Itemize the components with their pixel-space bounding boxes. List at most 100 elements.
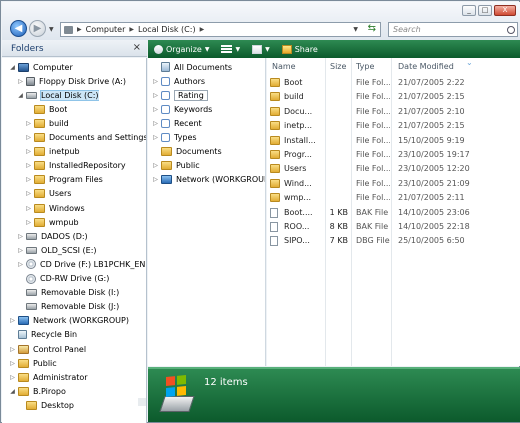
breadcrumb-separator-icon[interactable]: ▶ <box>77 26 82 33</box>
file-row[interactable]: build File Fol... 21/07/2005 2:15 <box>267 90 520 104</box>
tree-item[interactable]: ▷ InstalledRepository <box>25 159 126 173</box>
nav-item[interactable]: ▷ Authors <box>152 74 205 88</box>
nav-item[interactable]: ▷ Recent <box>152 116 202 130</box>
expand-arrow-icon[interactable]: ▷ <box>9 374 16 381</box>
address-bar[interactable]: ▶ Computer ▶ Local Disk (C:) ▶ ▼ ⇆ <box>60 22 381 37</box>
tree-item[interactable]: Removable Disk (I:) <box>17 286 119 300</box>
expanded-arrow-icon[interactable]: ◢ <box>9 64 16 71</box>
tree-item[interactable]: ▷ OLD_SCSI (E:) <box>17 243 96 257</box>
maximize-button[interactable]: □ <box>478 5 492 16</box>
tree-item[interactable]: ◢ B.Piropo <box>9 384 66 398</box>
tree-item[interactable]: Boot <box>25 102 67 116</box>
nav-item[interactable]: ▷ Public <box>152 159 200 173</box>
expand-arrow-icon[interactable]: ▷ <box>25 134 32 141</box>
expand-arrow-icon[interactable]: ▷ <box>17 261 24 268</box>
expand-arrow-icon[interactable]: ▷ <box>152 120 159 127</box>
expand-arrow-icon[interactable]: ▷ <box>152 106 159 113</box>
file-row[interactable]: Docu... File Fol... 21/07/2005 2:10 <box>267 105 520 119</box>
tree-item[interactable]: ▷ build <box>25 116 69 130</box>
folder-tree[interactable]: ◢ Computer ▷ Floppy Disk Drive (A:) ◢ Local D… <box>2 58 147 423</box>
layout-button[interactable]: ▼ <box>252 44 270 54</box>
file-row[interactable]: SIPO... 7 KB DBG File 25/10/2005 6:50 <box>267 234 520 248</box>
search-icon[interactable] <box>507 26 515 34</box>
breadcrumb-separator-icon[interactable]: ▶ <box>200 26 205 33</box>
folders-pane-header[interactable]: Folders × <box>2 40 147 57</box>
organize-button[interactable]: Organize ▼ <box>154 44 209 54</box>
expand-arrow-icon[interactable]: ▷ <box>152 134 159 141</box>
close-icon[interactable]: × <box>133 42 141 53</box>
search-input[interactable]: Search <box>388 22 518 37</box>
file-row[interactable]: Install... File Fol... 15/10/2005 9:19 <box>267 134 520 148</box>
tree-item[interactable]: ▷ Control Panel <box>9 342 86 356</box>
tree-item[interactable]: Desktop <box>17 398 74 412</box>
address-dropdown-icon[interactable]: ▼ <box>353 26 358 33</box>
expand-arrow-icon[interactable]: ▷ <box>25 120 32 127</box>
expand-arrow-icon[interactable]: ▷ <box>17 78 24 85</box>
nav-item[interactable]: ▷ Rating <box>152 88 208 102</box>
tree-item[interactable]: ▷ Network (WORKGROUP) <box>9 314 129 328</box>
expand-arrow-icon[interactable]: ▷ <box>17 247 24 254</box>
tree-item[interactable]: ▷ wmpub <box>25 215 79 229</box>
expand-arrow-icon[interactable]: ▷ <box>25 205 32 212</box>
file-row[interactable]: Boot.... 1 KB BAK File 14/10/2005 23:06 <box>267 206 520 220</box>
scroll-down-button[interactable] <box>138 398 146 406</box>
tree-item[interactable]: ◢ Computer <box>9 60 73 74</box>
recent-pages-dropdown-icon[interactable]: ▼ <box>49 26 54 33</box>
expand-arrow-icon[interactable]: ▷ <box>25 219 32 226</box>
expand-arrow-icon[interactable]: ▷ <box>25 148 32 155</box>
expand-arrow-icon[interactable]: ▷ <box>152 78 159 85</box>
expand-arrow-icon[interactable]: ▷ <box>9 360 16 367</box>
file-row[interactable]: Users File Fol... 23/10/2005 12:20 <box>267 162 520 176</box>
expand-arrow-icon[interactable]: ▷ <box>152 162 159 169</box>
expand-arrow-icon[interactable]: ▷ <box>25 162 32 169</box>
nav-item[interactable]: ▷ Types <box>152 131 197 145</box>
back-button[interactable]: ◀ <box>10 20 27 37</box>
refresh-icon[interactable]: ⇆ <box>368 23 376 34</box>
tree-item[interactable]: ▷ Windows <box>25 201 85 215</box>
file-row[interactable]: inetp... File Fol... 21/07/2005 2:15 <box>267 119 520 133</box>
expand-arrow-icon[interactable]: ▷ <box>9 346 16 353</box>
breadcrumb-local-disk[interactable]: Local Disk (C:) <box>138 25 196 34</box>
tree-item[interactable]: ▷ inetpub <box>25 145 80 159</box>
nav-item[interactable]: Documents <box>152 145 222 159</box>
column-header-type[interactable]: Type <box>356 62 374 74</box>
tree-item[interactable]: ▷ Floppy Disk Drive (A:) <box>17 74 126 88</box>
expand-arrow-icon[interactable]: ▷ <box>9 317 16 324</box>
expand-arrow-icon[interactable]: ▷ <box>152 92 159 99</box>
nav-item[interactable]: ▷ Keywords <box>152 102 212 116</box>
tree-item[interactable]: ▷ Administrator <box>9 370 88 384</box>
file-row[interactable]: wmp... File Fol... 21/07/2005 2:11 <box>267 191 520 205</box>
file-row[interactable]: Wind... File Fol... 23/10/2005 21:09 <box>267 177 520 191</box>
expand-arrow-icon[interactable]: ▷ <box>25 190 32 197</box>
navigation-pane[interactable]: All Documents ▷ Authors ▷ Rating ▷ Keywords ▷ Re… <box>148 58 266 366</box>
tree-item[interactable]: ▷ DADOS (D:) <box>17 229 87 243</box>
tree-item[interactable]: Recycle Bin <box>9 328 77 342</box>
expand-arrow-icon[interactable]: ▷ <box>25 176 32 183</box>
tree-item[interactable]: ▷ Public <box>9 356 57 370</box>
forward-button[interactable]: ▶ <box>29 20 46 37</box>
tree-item[interactable]: ▷ Program Files <box>25 173 103 187</box>
file-list[interactable]: Name Size Type Date Modified ⌄ Boot File … <box>267 58 520 366</box>
breadcrumb-computer[interactable]: Computer <box>86 25 126 34</box>
column-header-date-modified[interactable]: Date Modified <box>398 62 454 74</box>
expand-arrow-icon[interactable]: ▷ <box>17 233 24 240</box>
breadcrumb-separator-icon[interactable]: ▶ <box>129 26 134 33</box>
minimize-button[interactable]: _ <box>462 5 476 16</box>
file-row[interactable]: Boot File Fol... 21/07/2005 2:22 <box>267 76 520 90</box>
tree-item[interactable]: ◢ Local Disk (C:) <box>17 88 99 102</box>
column-header-name[interactable]: Name <box>272 62 296 74</box>
tree-item[interactable]: ▷ CD Drive (F:) LB1PCHK_EN <box>17 257 145 271</box>
file-row[interactable]: ROO... 8 KB BAK File 14/10/2005 22:18 <box>267 220 520 234</box>
tree-item[interactable]: ▷ Users <box>25 187 71 201</box>
tree-item[interactable]: ▷ Documents and Settings <box>25 131 146 145</box>
file-row[interactable]: Progr... File Fol... 23/10/2005 19:17 <box>267 148 520 162</box>
expand-arrow-icon[interactable]: ▷ <box>152 176 159 183</box>
nav-item[interactable]: ▷ Network (WORKGROUP) <box>152 173 265 187</box>
tree-item[interactable]: Removable Disk (J:) <box>17 300 119 314</box>
views-button[interactable]: ▼ <box>221 44 240 54</box>
close-button[interactable]: X <box>494 5 516 16</box>
expanded-arrow-icon[interactable]: ◢ <box>17 92 24 99</box>
tree-item[interactable]: CD-RW Drive (G:) <box>17 272 109 286</box>
expanded-arrow-icon[interactable]: ◢ <box>9 388 16 395</box>
column-header-size[interactable]: Size <box>330 62 346 74</box>
